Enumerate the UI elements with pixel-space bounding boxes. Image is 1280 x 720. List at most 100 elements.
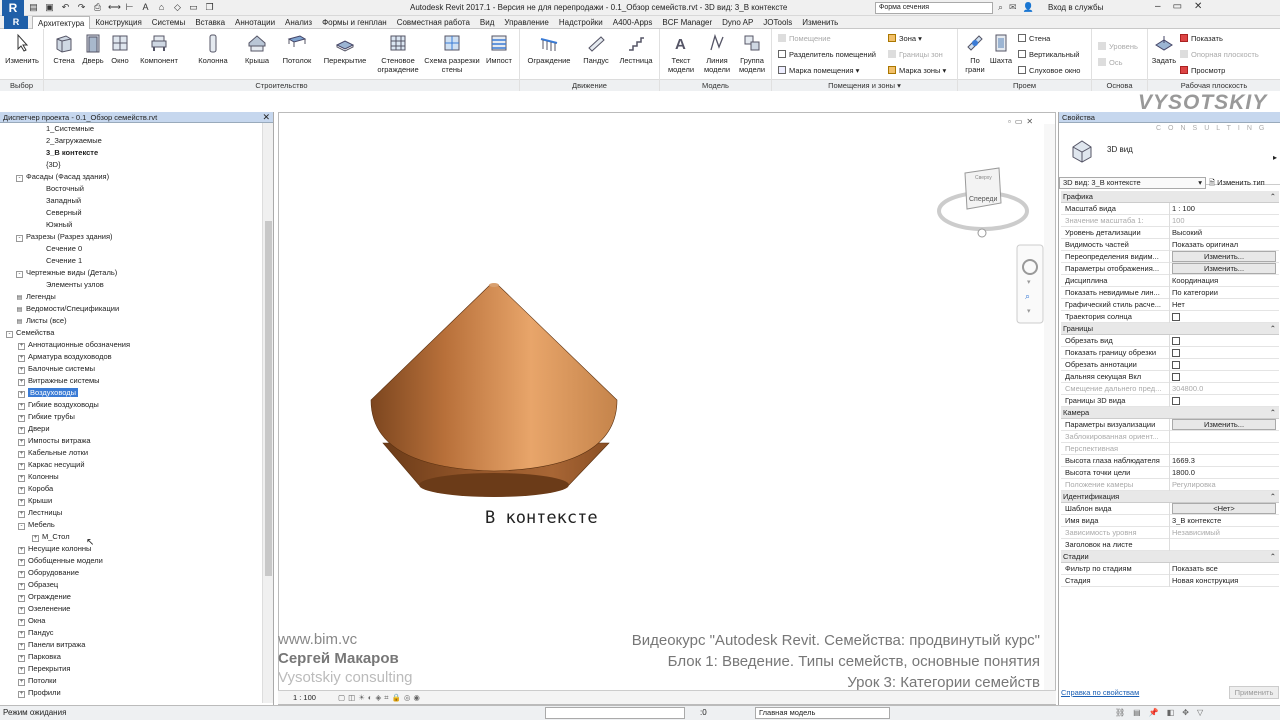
filter-icon[interactable]: ▽: [1197, 706, 1203, 720]
opening-wall-button[interactable]: Стена: [1018, 34, 1050, 44]
render-icon[interactable]: ◈: [375, 691, 381, 705]
tree-item[interactable]: + Перекрытия: [18, 663, 70, 675]
switch-windows-icon[interactable]: ❐: [204, 2, 215, 13]
property-value[interactable]: Координация: [1169, 275, 1277, 287]
tab-addins[interactable]: Надстройки: [554, 16, 608, 29]
maximize-view-icon[interactable]: ▭: [1015, 117, 1023, 126]
close-hidden-icon[interactable]: ▭: [188, 2, 199, 13]
tree-item[interactable]: + Крыши: [18, 495, 52, 507]
expand-icon[interactable]: +: [18, 571, 25, 578]
type-dropdown-icon[interactable]: ▸: [1273, 153, 1277, 162]
property-value[interactable]: 1800.0: [1169, 467, 1277, 479]
expand-icon[interactable]: +: [18, 391, 25, 398]
by-face-button[interactable]: По грани: [962, 33, 988, 74]
collapse-icon[interactable]: -: [16, 235, 23, 242]
view3d-icon[interactable]: ⌂: [156, 2, 167, 13]
tree-item[interactable]: Элементы узлов: [46, 279, 104, 291]
redo-icon[interactable]: ↷: [76, 2, 87, 13]
property-checkbox[interactable]: [1172, 337, 1180, 345]
floor-button[interactable]: Перекрытие: [320, 33, 370, 65]
scrollbar-thumb[interactable]: [265, 221, 272, 576]
collapse-icon[interactable]: -: [16, 271, 23, 278]
tree-item[interactable]: ▤ Легенды: [16, 291, 56, 303]
ramp-button[interactable]: Пандус: [578, 33, 614, 65]
view-scale[interactable]: 1 : 100: [293, 691, 316, 705]
tree-item[interactable]: 2_Загружаемые: [46, 135, 102, 147]
collapse-icon[interactable]: -: [18, 523, 25, 530]
property-value[interactable]: По категории: [1169, 287, 1277, 299]
tree-item[interactable]: + Оборудование: [18, 567, 79, 579]
property-value[interactable]: Показать оригинал: [1169, 239, 1277, 251]
tree-item[interactable]: + Каркас несущий: [18, 459, 85, 471]
tree-item[interactable]: + Панели витража: [18, 639, 85, 651]
property-checkbox[interactable]: [1172, 373, 1180, 381]
property-value[interactable]: [1169, 539, 1277, 551]
visual-style-icon[interactable]: ◫: [348, 691, 355, 705]
tree-item[interactable]: + Несущие колонны: [18, 543, 91, 555]
set-workplane-button[interactable]: Задать: [1151, 33, 1177, 65]
expand-icon[interactable]: +: [18, 463, 25, 470]
crop-icon[interactable]: ⌗: [384, 691, 388, 705]
select-pinned-icon[interactable]: 📌: [1149, 706, 1159, 720]
3d-viewport[interactable]: Сверху Спереди ▾ ⌕ ▾ В контексте: [278, 112, 1056, 705]
tab-bcf[interactable]: BCF Manager: [657, 16, 717, 29]
tab-jotools[interactable]: JOTools: [758, 16, 797, 29]
property-edit-button[interactable]: Изменить...: [1172, 263, 1276, 274]
signin-link[interactable]: Вход в службы: [1048, 3, 1103, 12]
shadows-icon[interactable]: ◐: [368, 691, 373, 705]
collapse-icon[interactable]: ⌃: [1270, 551, 1276, 563]
grid-button[interactable]: Ось: [1098, 58, 1123, 68]
section-icon[interactable]: ◇: [172, 2, 183, 13]
tree-item[interactable]: + Импосты витража: [18, 435, 91, 447]
tree-item[interactable]: + Потолки: [18, 675, 57, 687]
tree-item[interactable]: Южный: [46, 219, 72, 231]
property-value[interactable]: Нет: [1169, 299, 1277, 311]
tree-item[interactable]: Восточный: [46, 183, 84, 195]
tree-item[interactable]: + Воздуховоды: [18, 387, 78, 399]
cone-top-shape[interactable]: [370, 283, 618, 472]
type-selector-area[interactable]: 3D вид ▸: [1059, 123, 1280, 185]
lock-view-icon[interactable]: 🔒: [391, 691, 400, 705]
expand-icon[interactable]: +: [18, 439, 25, 446]
active-model-selector[interactable]: Главная модель: [755, 707, 890, 719]
property-category[interactable]: Графика ⌃: [1061, 191, 1279, 203]
stair-button[interactable]: Лестница: [616, 33, 656, 65]
tree-item[interactable]: + Озеленение: [18, 603, 70, 615]
room-button[interactable]: Помещение: [778, 34, 831, 44]
properties-help-link[interactable]: Справка по свойствам: [1061, 688, 1139, 697]
tree-item[interactable]: - Чертежные виды (Деталь): [16, 267, 117, 279]
property-value[interactable]: Высокий: [1169, 227, 1277, 239]
user-icon[interactable]: 👤: [1023, 2, 1034, 13]
undo-icon[interactable]: ↶: [60, 2, 71, 13]
expand-icon[interactable]: +: [18, 667, 25, 674]
property-checkbox[interactable]: [1172, 361, 1180, 369]
tree-item[interactable]: + Ограждение: [18, 591, 71, 603]
dimension-icon[interactable]: ⊢: [124, 2, 135, 13]
tree-item[interactable]: + Обобщенные модели: [18, 555, 103, 567]
viewer-button[interactable]: Просмотр: [1180, 66, 1225, 76]
area-button[interactable]: Зона ▾: [888, 34, 922, 44]
tree-item[interactable]: + Образец: [18, 579, 58, 591]
tab-analyze[interactable]: Анализ: [280, 16, 317, 29]
vertical-opening-button[interactable]: Вертикальный: [1018, 50, 1079, 60]
tab-manage[interactable]: Управление: [499, 16, 553, 29]
area-boundary-button[interactable]: Границы зон: [888, 50, 943, 60]
expand-icon[interactable]: +: [18, 487, 25, 494]
open-icon[interactable]: ▤: [28, 2, 39, 13]
tree-item[interactable]: + Лестницы: [18, 507, 62, 519]
shaft-button[interactable]: Шахта: [988, 33, 1014, 65]
expand-icon[interactable]: +: [18, 559, 25, 566]
tree-item[interactable]: 3_В контексте: [46, 147, 98, 159]
expand-icon[interactable]: +: [18, 343, 25, 350]
wall-button[interactable]: Стена: [48, 33, 80, 65]
tree-item[interactable]: + Кабельные лотки: [18, 447, 88, 459]
expand-icon[interactable]: +: [18, 499, 25, 506]
tab-massing[interactable]: Формы и генплан: [317, 16, 392, 29]
detail-level-icon[interactable]: ▢: [338, 691, 345, 705]
tree-item[interactable]: + Витражные системы: [18, 375, 100, 387]
property-category[interactable]: Идентификация ⌃: [1061, 491, 1279, 503]
print-icon[interactable]: ⎙: [92, 2, 103, 13]
window-button[interactable]: Окно: [106, 33, 134, 65]
browser-scrollbar[interactable]: [262, 123, 273, 703]
model-group-button[interactable]: Группа модели: [736, 33, 768, 74]
